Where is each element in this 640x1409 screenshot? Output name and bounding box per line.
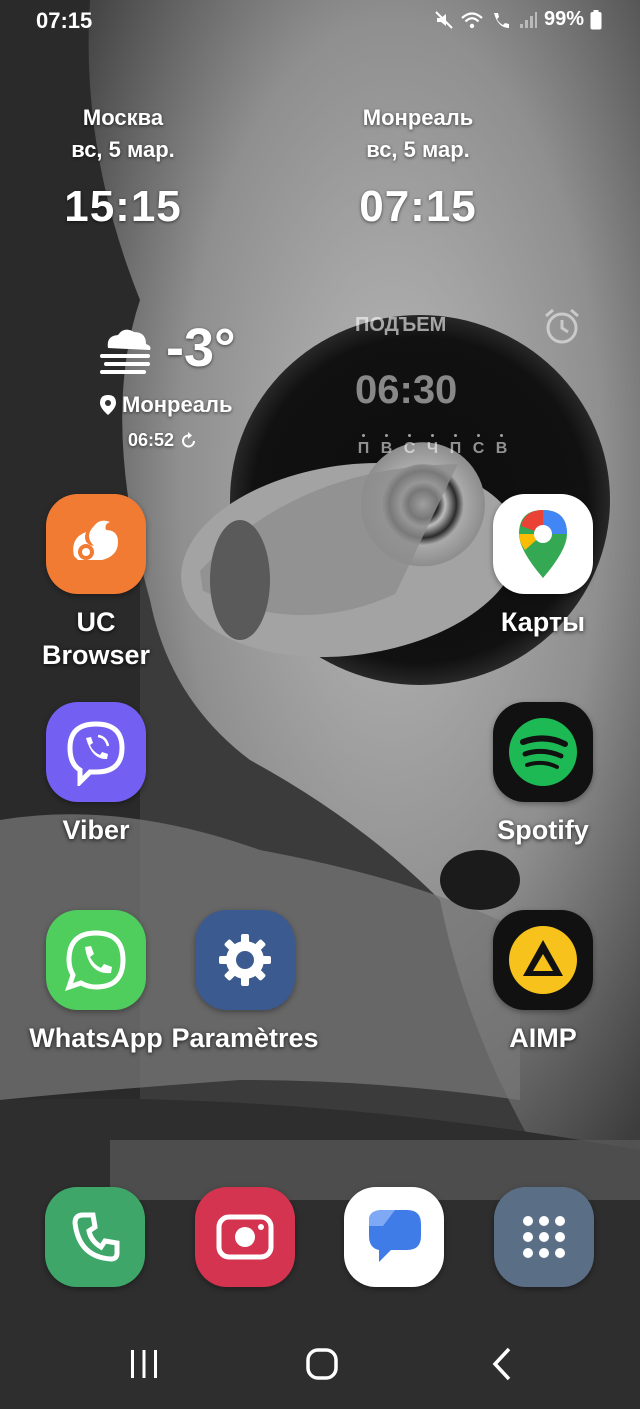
google-maps-icon	[493, 494, 593, 594]
alarm-day: С	[470, 434, 487, 458]
alarm-day: С	[401, 434, 418, 458]
app-label: AIMP	[509, 1023, 577, 1053]
weather-updated-time: 06:52	[128, 430, 175, 450]
aimp-icon	[493, 910, 593, 1010]
app-maps[interactable]: Карты	[468, 494, 618, 639]
cloud-fog-icon	[100, 329, 151, 374]
clock-date: вс, 5 мар.	[71, 137, 175, 162]
weather-location-name: Монреаль	[122, 392, 233, 417]
location-pin-icon	[100, 395, 116, 415]
app-uc-browser[interactable]: UC Browser	[21, 494, 171, 672]
spotify-icon	[493, 702, 593, 802]
dock-app-drawer-icon[interactable]	[494, 1187, 594, 1287]
app-label: UC Browser	[41, 607, 151, 670]
weather-temperature: -3°	[166, 318, 236, 378]
dock-messages-icon[interactable]	[344, 1187, 444, 1287]
volte-call-icon	[493, 12, 509, 28]
app-aimp[interactable]: AIMP	[468, 910, 618, 1055]
app-label: WhatsApp	[29, 1023, 163, 1053]
app-label: Paramètres	[171, 1023, 319, 1053]
navigation-bar	[0, 1320, 640, 1409]
battery-percent: 99%	[543, 8, 584, 30]
back-button[interactable]	[472, 1342, 532, 1386]
whatsapp-icon	[46, 910, 146, 1010]
app-label: Viber	[62, 815, 130, 845]
recents-icon	[131, 1350, 157, 1378]
signal-icon	[519, 11, 537, 28]
battery-icon	[590, 9, 602, 29]
clock-time: 15:15	[64, 182, 182, 231]
alarm-day: П	[355, 434, 372, 458]
alarm-day: Ч	[424, 434, 441, 458]
dock-phone-icon[interactable]	[45, 1187, 145, 1287]
alarm-day: В	[378, 434, 395, 458]
alarm-day: П	[447, 434, 464, 458]
settings-gear-icon	[195, 910, 295, 1010]
uc-browser-icon	[46, 494, 146, 594]
dock-camera-icon[interactable]	[195, 1187, 295, 1287]
clock-city: Монреаль	[362, 105, 474, 130]
viber-icon	[46, 702, 146, 802]
clock-date: вс, 5 мар.	[366, 137, 470, 162]
status-bar: 07:15 99%	[0, 0, 640, 44]
home-button[interactable]	[292, 1342, 352, 1386]
app-viber[interactable]: Viber	[21, 702, 171, 847]
app-label: Spotify	[497, 815, 589, 845]
alarm-time: 06:30	[355, 368, 458, 412]
app-label: Карты	[500, 607, 586, 637]
alarm-clock-icon[interactable]	[542, 306, 582, 346]
back-icon	[492, 1347, 511, 1381]
status-time: 07:15	[36, 8, 93, 33]
app-parametres[interactable]: Paramètres	[170, 910, 320, 1055]
weather-location: Монреаль	[100, 392, 232, 418]
clock-widget-moscow[interactable]: Москва вс, 5 мар. 15:15	[38, 102, 208, 232]
status-icons: 99%	[434, 8, 602, 31]
refresh-icon	[182, 431, 196, 447]
clock-time: 07:15	[359, 182, 477, 231]
alarm-label: ПОДЪЕМ	[355, 314, 447, 336]
wifi-call-icon	[461, 11, 483, 28]
recents-button[interactable]	[114, 1342, 174, 1386]
alarm-days: П В С Ч П С В	[355, 434, 510, 458]
weather-updated[interactable]: 06:52	[128, 430, 198, 451]
clock-widget-montreal[interactable]: Монреаль вс, 5 мар. 07:15	[338, 102, 498, 232]
alarm-day: В	[493, 434, 510, 458]
app-spotify[interactable]: Spotify	[468, 702, 618, 847]
home-icon	[306, 1348, 338, 1380]
clock-city: Москва	[82, 105, 164, 130]
app-whatsapp[interactable]: WhatsApp	[21, 910, 171, 1055]
mute-icon	[435, 10, 453, 29]
